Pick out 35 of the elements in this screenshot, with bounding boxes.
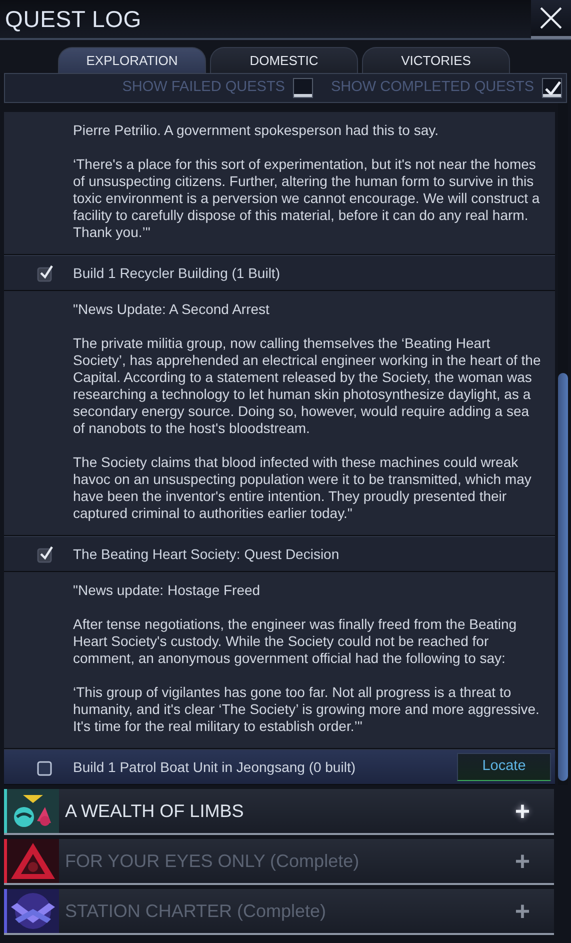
tab[interactable]: VICTORIES (362, 47, 510, 73)
filter-label: SHOW COMPLETED QUESTS (330, 78, 534, 98)
quest-emblem-icon (7, 789, 59, 833)
paragraph: The Society claims that blood infected with these machines could wreak havoc on an unsuspecting population were it to be transmitted, which may have been the inventor's entire intention. They proudly presented their captured criminal to authorities earlier today." (73, 454, 532, 522)
paragraph: After tense negotiations, the engineer was finally freed from the Beating Heart Society's custody. While the Society could not be reached for comment, an anonymous government official had the following to say: (73, 616, 518, 667)
expand-button[interactable]: + (514, 839, 554, 883)
quest-title: STATION CHARTER (Complete) (64, 900, 328, 923)
filter-label: SHOW FAILED QUESTS (122, 78, 285, 98)
objective-text: Build 1 Recycler Building (1 Built) (73, 264, 281, 283)
paragraph: "News Update: A Second Arrest (73, 301, 270, 318)
window-title: QUEST LOG (4, 4, 142, 34)
paragraph: ‘This group of vigilantes has gone too far. Not all progress is a threat to humanity, and it's clear ‘The Society’ is growing more and more aggressive. It's time for the real military to establish order.’" (73, 684, 540, 735)
quest-header[interactable]: STATION CHARTER (Complete) + (4, 889, 554, 935)
quest-title: FOR YOUR EYES ONLY (Complete) (64, 850, 360, 873)
paragraph: "News update: Hostage Freed (73, 582, 262, 599)
expand-button[interactable]: + (514, 789, 554, 833)
objective-text: Build 1 Patrol Boat Unit in Jeongsang (0 built) (73, 758, 356, 777)
quest-header[interactable]: A WEALTH OF LIMBS + (4, 789, 554, 835)
close-icon (539, 6, 563, 30)
quest-header[interactable]: FOR YOUR EYES ONLY (Complete) + (4, 839, 554, 885)
quest-emblem-icon (7, 839, 59, 883)
locate-button[interactable]: Locate (457, 753, 551, 781)
expand-button[interactable]: + (514, 889, 554, 933)
paragraph: ‘There's a place for this sort of experimentation, but it's not near the homes of unsuspecting citizens. Further, altering the human form to survive in this toxic environment is a perversion we cannot encourage. We will construct a facility to carefully dispose of this material, before it can do any real harm. Thank you.’" (73, 156, 541, 241)
checkbox[interactable] (542, 78, 562, 98)
checkmark-icon (544, 81, 560, 95)
tab[interactable]: DOMESTIC (210, 47, 358, 73)
quest-emblem-icon (7, 889, 59, 933)
tab[interactable]: EXPLORATION (58, 47, 206, 73)
paragraph: The private militia group, now calling themselves the ‘Beating Heart Society’, has apprehended an electrical engineer working in the heart of the Capital. According to a statement released by the Society, the woman was researching a technology to let human skin photosynthesize daylight, as a secondary energy source. Doing so, however, would require adding a sea of nanobots to the host's bloodstream. (73, 335, 541, 437)
quest-title: A WEALTH OF LIMBS (64, 800, 245, 822)
objective-text: The Beating Heart Society: Quest Decision (73, 544, 340, 564)
close-button[interactable] (531, 0, 571, 39)
checkbox[interactable] (292, 78, 313, 98)
paragraph: Pierre Petrilio. A government spokesperson had this to say. (73, 122, 440, 139)
